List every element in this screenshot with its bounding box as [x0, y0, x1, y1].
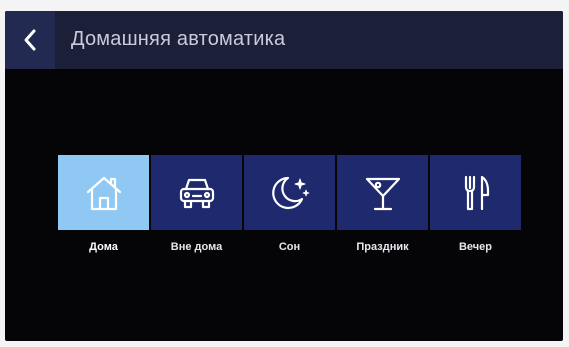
mode-tile[interactable] — [151, 155, 242, 230]
mode-tile[interactable] — [58, 155, 149, 230]
mode-label: Сон — [278, 241, 301, 253]
device-screen: Домашняя автоматика Дома Вне дома Сон Пр… — [5, 11, 563, 341]
mode-selector: Дома Вне дома Сон Праздник Вечер — [58, 155, 521, 253]
house-icon — [82, 171, 126, 215]
mode-tile[interactable] — [244, 155, 335, 230]
mode-away[interactable]: Вне дома — [151, 155, 242, 253]
car-icon — [175, 171, 219, 215]
mode-party[interactable]: Праздник — [337, 155, 428, 253]
cocktail-icon — [361, 171, 405, 215]
mode-evening[interactable]: Вечер — [430, 155, 521, 253]
mode-label: Вне дома — [170, 241, 223, 253]
fork-knife-icon — [454, 171, 498, 215]
page-title: Домашняя автоматика — [71, 28, 286, 50]
header-bar: Домашняя автоматика — [5, 11, 563, 69]
mode-label: Вечер — [458, 241, 492, 253]
back-button[interactable] — [5, 11, 55, 69]
mode-label: Праздник — [356, 241, 409, 253]
mode-home[interactable]: Дома — [58, 155, 149, 253]
mode-tile[interactable] — [430, 155, 521, 230]
moon-stars-icon — [268, 171, 312, 215]
mode-tile[interactable] — [337, 155, 428, 230]
mode-sleep[interactable]: Сон — [244, 155, 335, 253]
chevron-left-icon — [22, 28, 38, 52]
mode-label: Дома — [89, 241, 118, 253]
